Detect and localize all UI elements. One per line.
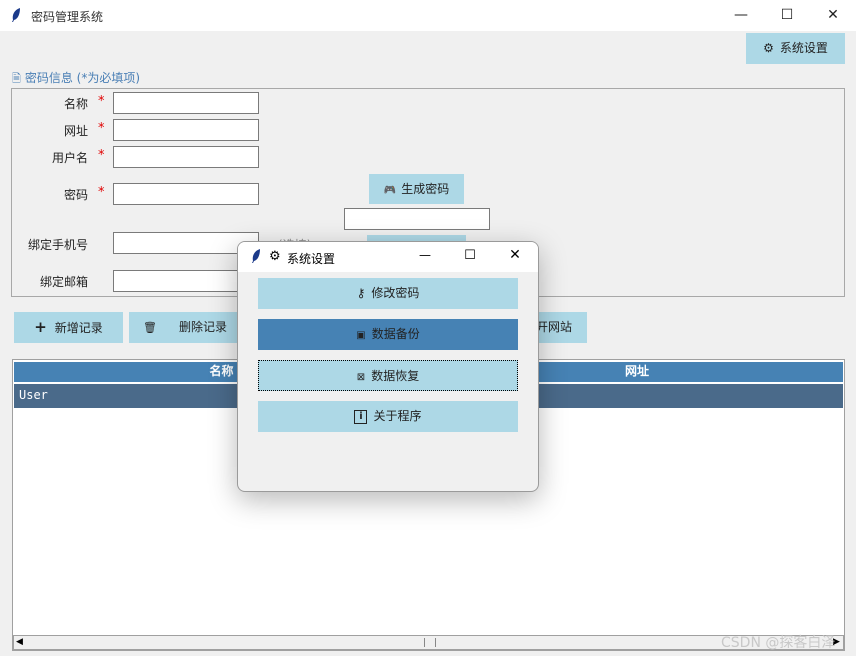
document-edit-icon: 🗎 xyxy=(12,72,21,85)
delete-record-button[interactable]: 🗑 删除记录 xyxy=(129,312,249,343)
info-icon: i xyxy=(354,409,368,424)
scroll-left-arrow-icon[interactable]: ◀ xyxy=(16,637,23,647)
username-label: 用户名 xyxy=(51,151,88,165)
dialog-titlebar: ⚙ 系统设置 — ☐ ✕ xyxy=(238,242,538,272)
required-mark: * xyxy=(98,148,105,163)
window-titlebar: 密码管理系统 — ☐ ✕ xyxy=(0,0,856,31)
table-cell-name: User xyxy=(19,388,48,402)
feather-icon xyxy=(10,7,22,27)
section-title-text: 密码信息 (*为必填项) xyxy=(24,71,141,85)
dialog-title: 系统设置 xyxy=(287,252,336,266)
required-mark: * xyxy=(98,94,105,109)
key-icon: ⚷ xyxy=(356,286,366,300)
email-label: 绑定邮箱 xyxy=(39,275,88,289)
required-mark: * xyxy=(98,121,105,136)
backup-data-label: 数据备份 xyxy=(371,327,420,341)
maximize-button[interactable]: ☐ xyxy=(764,0,810,31)
name-input[interactable] xyxy=(113,92,259,114)
feather-icon xyxy=(250,248,262,267)
gear-icon: ⚙ xyxy=(269,249,281,264)
minimize-button[interactable]: — xyxy=(718,0,764,31)
trash-icon: 🗑 xyxy=(143,321,157,334)
settings-button-label: 系统设置 xyxy=(779,41,828,55)
restore-data-label: 数据恢复 xyxy=(371,369,420,383)
generated-password-field[interactable] xyxy=(344,208,490,230)
password-input[interactable] xyxy=(113,183,259,205)
gamepad-icon: 🎮 xyxy=(383,185,397,196)
url-input[interactable] xyxy=(113,119,259,141)
window-title: 密码管理系统 xyxy=(31,10,104,24)
watermark: CSDN @探客白泽 xyxy=(721,635,836,651)
password-label: 密码 xyxy=(63,188,88,202)
restore-icon: ⊠ xyxy=(356,372,366,383)
phone-label: 绑定手机号 xyxy=(27,238,88,252)
settings-dialog: ⚙ 系统设置 — ☐ ✕ ⚷ 修改密码 ▣ 数据备份 ⊠ 数据恢复 i 关于程序 xyxy=(237,241,539,492)
dialog-close-button[interactable]: ✕ xyxy=(500,247,530,263)
restore-data-button[interactable]: ⊠ 数据恢复 xyxy=(258,360,518,391)
scroll-thumb-grip[interactable] xyxy=(424,638,436,647)
generate-password-button[interactable]: 🎮 生成密码 xyxy=(369,174,464,204)
plus-icon: + xyxy=(34,318,47,336)
required-mark: * xyxy=(98,185,105,200)
save-icon: ▣ xyxy=(356,330,366,341)
section-title: 🗎 密码信息 (*为必填项) xyxy=(12,69,140,89)
change-password-button[interactable]: ⚷ 修改密码 xyxy=(258,278,518,309)
add-record-label: 新增记录 xyxy=(54,321,103,335)
about-button[interactable]: i 关于程序 xyxy=(258,401,518,432)
generate-password-label: 生成密码 xyxy=(401,182,450,196)
add-record-button[interactable]: + 新增记录 xyxy=(14,312,123,343)
close-button[interactable]: ✕ xyxy=(810,0,856,31)
dialog-maximize-button[interactable]: ☐ xyxy=(455,248,485,263)
delete-record-label: 删除记录 xyxy=(178,320,227,334)
open-site-label: 开网站 xyxy=(536,320,573,334)
change-password-label: 修改密码 xyxy=(371,286,420,300)
backup-data-button[interactable]: ▣ 数据备份 xyxy=(258,319,518,350)
gear-icon: ⚙ xyxy=(763,41,774,55)
settings-button[interactable]: ⚙ 系统设置 xyxy=(746,33,845,64)
about-label: 关于程序 xyxy=(373,409,422,423)
url-label: 网址 xyxy=(63,124,88,138)
username-input[interactable] xyxy=(113,146,259,168)
dialog-minimize-button[interactable]: — xyxy=(410,248,440,262)
name-label: 名称 xyxy=(63,97,88,111)
horizontal-scrollbar[interactable]: ◀ ▶ xyxy=(13,635,844,650)
